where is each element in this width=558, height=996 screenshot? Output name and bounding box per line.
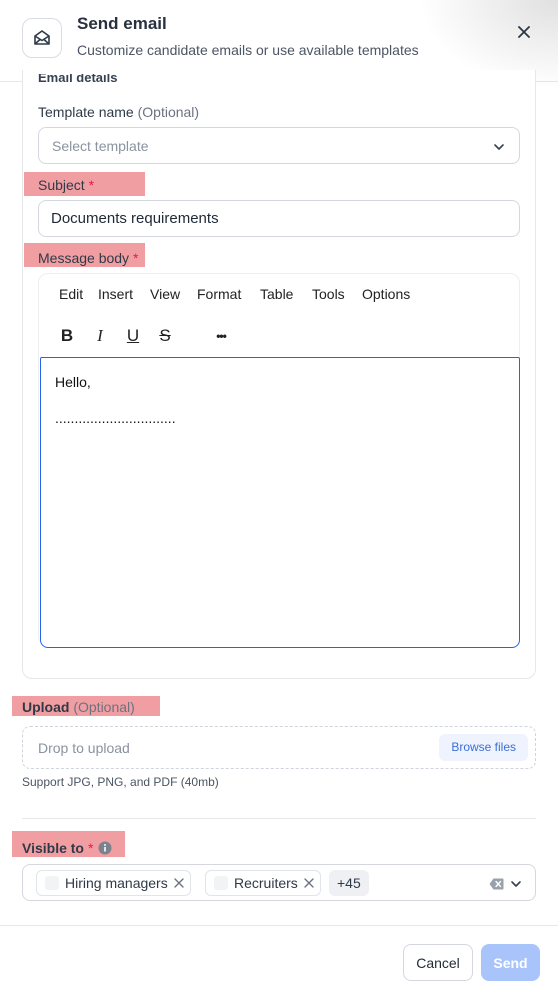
- visible-to-required-mark: *: [87, 840, 94, 856]
- subject-input[interactable]: Documents requirements: [38, 200, 520, 237]
- underline-button[interactable]: U: [121, 324, 145, 348]
- footer-divider: [0, 925, 558, 926]
- upload-label-text: Upload: [22, 699, 70, 715]
- upload-label: Upload (Optional): [22, 699, 135, 715]
- menu-insert[interactable]: Insert: [98, 286, 133, 302]
- chevron-down-icon: [493, 140, 505, 158]
- chip-avatar: [214, 876, 228, 890]
- visible-to-select[interactable]: Hiring managers Recruiters +45: [22, 864, 536, 901]
- editor-menubar: Edit Insert View Format Table Tools Opti…: [39, 286, 519, 306]
- upload-optional-text: (Optional): [73, 699, 135, 715]
- menu-options[interactable]: Options: [362, 286, 410, 302]
- dialog-subtitle: Customize candidate emails or use availa…: [77, 42, 419, 58]
- chevron-down-icon[interactable]: [510, 877, 522, 895]
- message-line-2: ...............................: [55, 410, 176, 426]
- italic-button[interactable]: I: [88, 324, 112, 348]
- editor-toolbar: B I U S •••: [39, 324, 519, 350]
- message-body-label-text: Message body: [38, 250, 130, 266]
- browse-files-button[interactable]: Browse files: [439, 734, 528, 761]
- template-placeholder: Select template: [52, 138, 149, 154]
- message-body-input[interactable]: Hello, ...............................: [40, 357, 520, 648]
- visible-to-label-text: Visible to: [22, 840, 84, 856]
- subject-required-mark: *: [88, 177, 95, 193]
- send-button[interactable]: Send: [481, 944, 540, 981]
- template-select[interactable]: Select template: [38, 127, 520, 164]
- chip-recruiters: Recruiters: [205, 870, 321, 896]
- chip-avatar: [45, 876, 59, 890]
- send-email-dialog: Send email Customize candidate emails or…: [0, 0, 558, 996]
- section-divider: [22, 818, 536, 819]
- menu-edit[interactable]: Edit: [59, 286, 83, 302]
- info-icon[interactable]: [98, 841, 112, 855]
- bold-button[interactable]: B: [55, 324, 79, 348]
- template-optional-text: (Optional): [137, 104, 200, 120]
- chip-label: Hiring managers: [65, 875, 168, 891]
- upload-placeholder: Drop to upload: [38, 740, 130, 756]
- message-body-label: Message body *: [38, 250, 138, 266]
- menu-format[interactable]: Format: [197, 286, 241, 302]
- template-label-text: Template name: [38, 104, 134, 120]
- chip-hiring-managers: Hiring managers: [36, 870, 191, 896]
- menu-view[interactable]: View: [150, 286, 180, 302]
- dialog-title: Send email: [77, 14, 167, 33]
- menu-tools[interactable]: Tools: [312, 286, 345, 302]
- cancel-button[interactable]: Cancel: [403, 944, 473, 981]
- rich-text-editor: Edit Insert View Format Table Tools Opti…: [38, 273, 520, 648]
- menu-table[interactable]: Table: [260, 286, 293, 302]
- upload-hint: Support JPG, PNG, and PDF (40mb): [22, 775, 219, 789]
- strikethrough-button[interactable]: S: [153, 324, 177, 348]
- upload-dropzone[interactable]: Drop to upload Browse files: [22, 726, 536, 769]
- subject-label: Subject *: [38, 177, 94, 193]
- subject-label-text: Subject: [38, 177, 85, 193]
- chip-label: Recruiters: [234, 875, 298, 891]
- mail-open-icon: [22, 18, 62, 58]
- more-count-badge[interactable]: +45: [329, 870, 369, 896]
- remove-chip-icon[interactable]: [174, 878, 184, 888]
- message-body-required-mark: *: [132, 250, 139, 266]
- clear-all-icon[interactable]: [489, 877, 504, 895]
- email-details-heading: Email details: [38, 74, 118, 82]
- visible-to-label: Visible to *: [22, 840, 112, 856]
- message-line-1: Hello,: [55, 374, 91, 390]
- more-options-button[interactable]: •••: [209, 324, 233, 348]
- close-icon[interactable]: [512, 20, 536, 44]
- remove-chip-icon[interactable]: [304, 878, 314, 888]
- template-label: Template name (Optional): [38, 104, 199, 120]
